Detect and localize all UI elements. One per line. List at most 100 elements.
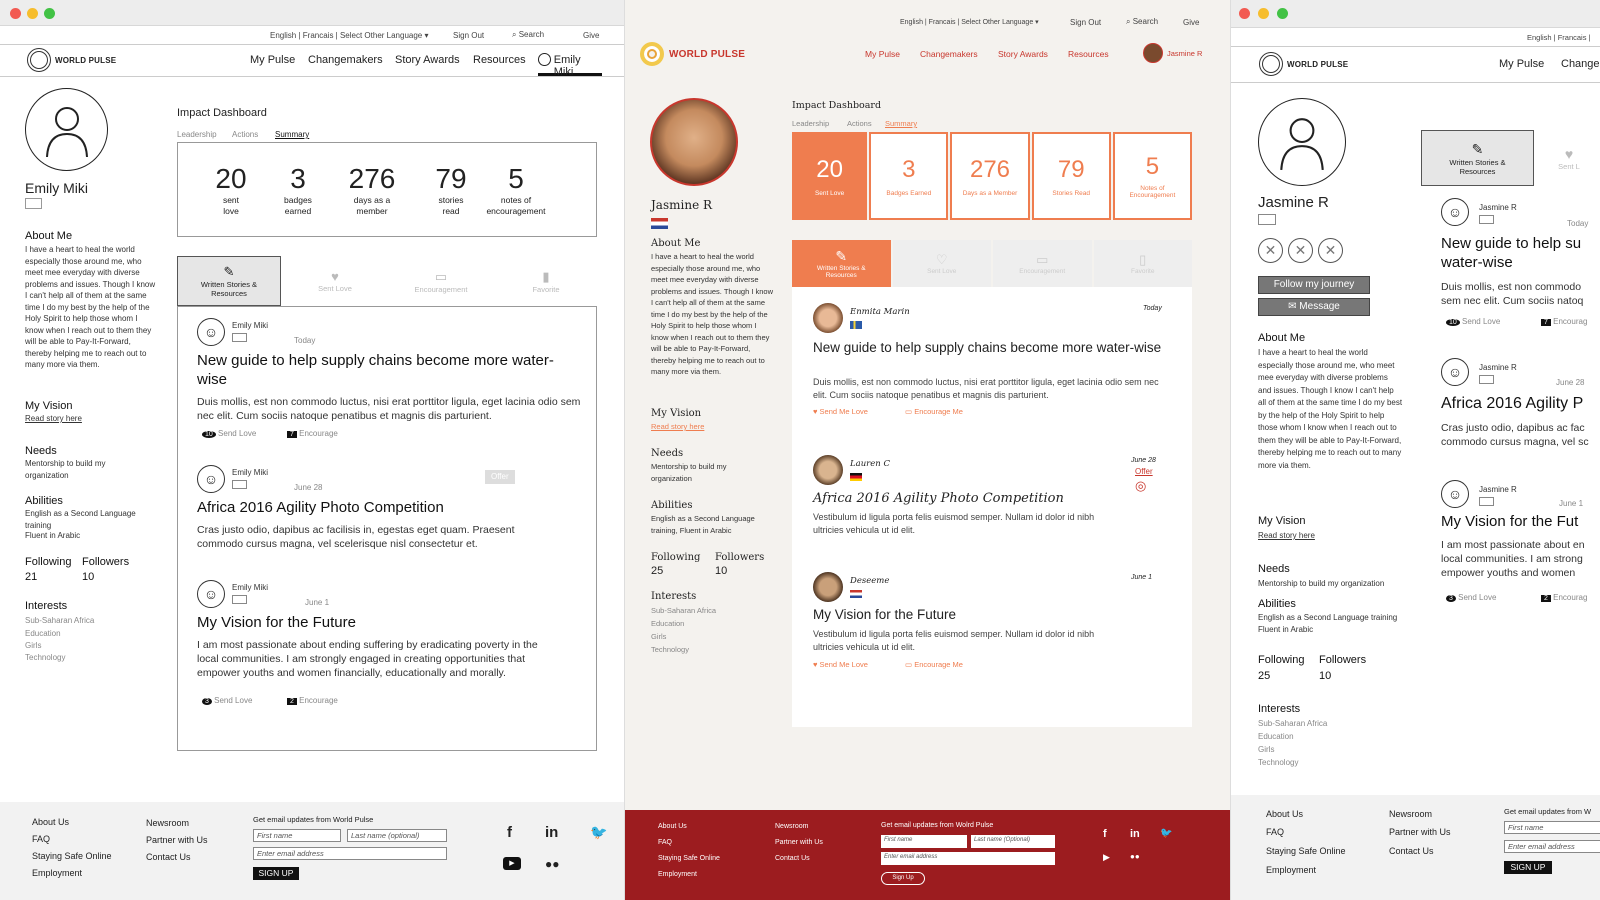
tab-summary[interactable]: Summary <box>275 129 309 141</box>
last-name-input[interactable]: Last name (optional) <box>347 829 447 842</box>
sign-up-button[interactable]: SIGN UP <box>253 867 299 880</box>
footer-link[interactable]: Employment <box>1266 865 1316 875</box>
close-window-button[interactable] <box>10 8 21 19</box>
send-love-button[interactable]: 3 Send Love <box>202 695 252 708</box>
post-card[interactable]: ☺ Jasmine R Today New guide to help su w… <box>1441 198 1600 326</box>
twitter-icon[interactable]: 🐦 <box>590 824 607 841</box>
send-love-button[interactable]: 10 Send Love <box>202 428 256 441</box>
facebook-icon[interactable]: f <box>507 824 512 841</box>
post-title[interactable]: My Vision for the Future <box>813 607 1173 622</box>
search-link[interactable]: ⌕ Search <box>1126 17 1158 27</box>
tab-leadership[interactable]: Leadership <box>792 118 829 130</box>
post-title[interactable]: New guide to help supply chains become m… <box>197 351 557 389</box>
search-link[interactable]: ⌕ Search <box>512 30 544 40</box>
post-title[interactable]: My Vision for the Fut <box>1441 512 1600 531</box>
post-card[interactable]: ☺ Jasmine R June 1 My Vision for the Fut… <box>1441 480 1600 602</box>
footer-link[interactable]: Contact Us <box>146 852 191 862</box>
footer-link[interactable]: Contact Us <box>775 855 810 862</box>
envelope-icon[interactable] <box>232 480 247 489</box>
post-author[interactable]: Jasmine R <box>1479 202 1517 214</box>
language-selector[interactable]: English | Francais | Select Other Langua… <box>900 18 1039 26</box>
footer-link[interactable]: Staying Safe Online <box>32 851 112 861</box>
nav-changemakers[interactable]: Changem <box>1561 58 1600 70</box>
footer-link[interactable]: FAQ <box>658 839 672 846</box>
sign-up-button[interactable]: Sign Up <box>881 872 925 885</box>
footer-link[interactable]: Partner with Us <box>775 839 823 846</box>
nav-story-awards[interactable]: Story Awards <box>998 49 1048 59</box>
post-card[interactable]: ☺ Emily Miki June 28 Offer Africa 2016 A… <box>197 465 582 550</box>
first-name-input[interactable]: First name <box>881 835 967 848</box>
nav-changemakers[interactable]: Changemakers <box>920 49 978 59</box>
send-love-button[interactable]: 10 Send Love <box>1446 316 1500 329</box>
nav-changemakers[interactable]: Changemakers <box>308 54 383 66</box>
tab-summary[interactable]: Summary <box>885 118 917 130</box>
tab-favorite[interactable]: ▯ Favorite <box>1093 240 1192 287</box>
twitter-icon[interactable]: 🐦 <box>1160 828 1172 839</box>
nav-my-pulse[interactable]: My Pulse <box>865 49 900 59</box>
post-card[interactable]: ☺ Emily Miki June 1 My Vision for the Fu… <box>197 580 582 705</box>
post-title[interactable]: New guide to help su water-wise <box>1441 234 1600 272</box>
footer-link[interactable]: About Us <box>32 817 69 827</box>
tab-sent-love[interactable]: ♥ Sent L <box>1537 130 1600 186</box>
encourage-button[interactable]: 2 Encourage <box>287 695 338 708</box>
following-count[interactable]: 25 <box>1258 670 1270 682</box>
tab-actions[interactable]: Actions <box>847 118 872 130</box>
encourage-button[interactable]: 7 Encourage <box>287 428 338 441</box>
tab-written-stories[interactable]: ✎ Written Stories & Resources <box>792 240 891 287</box>
vision-link[interactable]: Read story here <box>651 421 704 433</box>
tab-leadership[interactable]: Leadership <box>177 129 217 141</box>
nav-my-pulse[interactable]: My Pulse <box>1499 58 1544 70</box>
post-author[interactable]: Emily Miki <box>232 467 268 479</box>
nav-user-menu[interactable]: Jasmine R <box>1143 43 1202 63</box>
vision-link[interactable]: Read story here <box>25 413 82 425</box>
post-title[interactable]: Africa 2016 Agility Photo Competition <box>197 498 567 517</box>
world-pulse-logo[interactable]: WORLD PULSE <box>1259 52 1348 76</box>
minimize-window-button[interactable] <box>27 8 38 19</box>
maximize-window-button[interactable] <box>44 8 55 19</box>
email-input[interactable]: Enter email address <box>253 847 447 860</box>
sign-out-link[interactable]: Sign Out <box>1070 18 1101 27</box>
envelope-icon[interactable] <box>25 198 42 209</box>
nav-resources[interactable]: Resources <box>473 54 526 66</box>
post-card[interactable]: Enmita Marin Today New guide to help sup… <box>813 303 1173 416</box>
encourage-button[interactable]: ▭ Encourage Me <box>905 407 963 416</box>
footer-link[interactable]: FAQ <box>32 834 50 844</box>
envelope-icon[interactable] <box>1479 215 1494 224</box>
tab-sent-love[interactable]: ♥ Sent Love <box>283 256 387 306</box>
post-title[interactable]: My Vision for the Future <box>197 613 567 632</box>
envelope-icon[interactable] <box>1479 375 1494 384</box>
footer-link[interactable]: Employment <box>32 868 82 878</box>
nav-story-awards[interactable]: Story Awards <box>395 54 460 66</box>
give-link[interactable]: Give <box>1183 18 1199 27</box>
give-link[interactable]: Give <box>583 31 599 40</box>
footer-link[interactable]: Staying Safe Online <box>1266 846 1346 856</box>
footer-link[interactable]: Newsroom <box>1389 809 1432 819</box>
post-author[interactable]: Enmita Marin <box>850 307 910 317</box>
footer-link[interactable]: Partner with Us <box>146 835 208 845</box>
footer-link[interactable]: Newsroom <box>146 818 189 828</box>
tab-sent-love[interactable]: ♡ Sent Love <box>892 240 991 287</box>
post-author[interactable]: Jasmine R <box>1479 362 1517 374</box>
following-count[interactable]: 21 <box>25 571 37 583</box>
tab-encouragement[interactable]: ▭ Encouragement <box>389 256 493 306</box>
tab-written-stories[interactable]: ✎ Written Stories & Resources <box>177 256 281 306</box>
footer-link[interactable]: FAQ <box>1266 827 1284 837</box>
post-card[interactable]: ☺ Emily Miki Today New guide to help sup… <box>197 318 582 438</box>
footer-link[interactable]: Employment <box>658 871 697 878</box>
email-input[interactable]: Enter email address <box>1504 840 1600 853</box>
maximize-window-button[interactable] <box>1277 8 1288 19</box>
youtube-icon[interactable]: ▶ <box>503 857 521 870</box>
post-author[interactable]: Deseeme <box>850 576 889 586</box>
close-window-button[interactable] <box>1239 8 1250 19</box>
linkedin-icon[interactable]: in <box>1130 828 1140 840</box>
post-author[interactable]: Jasmine R <box>1479 484 1517 496</box>
encourage-button[interactable]: 2 Encourag <box>1541 592 1587 605</box>
flickr-icon[interactable]: ●● <box>1130 852 1140 861</box>
youtube-icon[interactable]: ▶ <box>1103 852 1110 863</box>
followers-count[interactable]: 10 <box>82 571 94 583</box>
footer-link[interactable]: Staying Safe Online <box>658 855 720 862</box>
flickr-icon[interactable]: ●● <box>545 857 560 871</box>
post-card[interactable]: ☺ Jasmine R June 28 Africa 2016 Agility … <box>1441 358 1600 448</box>
send-love-button[interactable]: 3 Send Love <box>1446 592 1496 605</box>
last-name-input[interactable]: Last name (Optional) <box>971 835 1055 848</box>
